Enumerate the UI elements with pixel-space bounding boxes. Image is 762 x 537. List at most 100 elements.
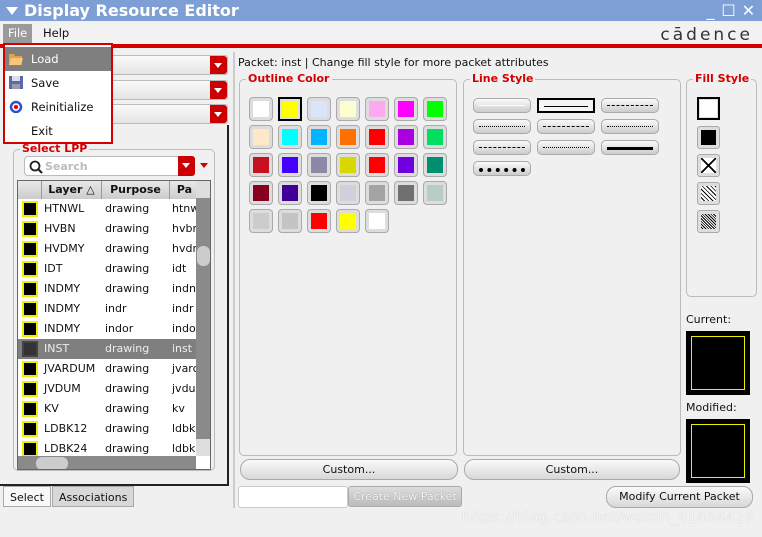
hscroll-thumb[interactable] (36, 457, 68, 469)
menu-item-reinitialize[interactable]: Reinitialize (5, 95, 111, 119)
color-swatch[interactable] (278, 97, 302, 121)
color-swatch[interactable] (307, 153, 331, 177)
line-style-dotted[interactable] (473, 119, 531, 134)
table-row[interactable]: HTNWL drawing htnw (18, 199, 199, 219)
line-style-dotted-fine[interactable] (601, 119, 659, 134)
search-dropdown-icon[interactable] (178, 156, 195, 176)
line-style-solid-thin[interactable] (473, 98, 531, 113)
fill-hatch-sparse-button[interactable] (697, 182, 720, 205)
color-swatch[interactable] (307, 125, 331, 149)
fill-solid-button[interactable] (697, 126, 720, 149)
create-new-packet-button[interactable]: Create New Packet (348, 486, 462, 507)
color-swatch[interactable] (249, 181, 273, 205)
chevron-down-icon[interactable] (210, 81, 227, 99)
purpose-cell: drawing (105, 222, 150, 235)
purpose-cell: drawing (105, 382, 150, 395)
color-swatch[interactable] (365, 181, 389, 205)
color-swatch[interactable] (278, 125, 302, 149)
close-button[interactable]: ✕ (740, 2, 757, 19)
color-swatch[interactable] (394, 181, 418, 205)
color-swatch[interactable] (249, 97, 273, 121)
color-swatch[interactable] (423, 153, 447, 177)
horizontal-scrollbar[interactable] (18, 456, 196, 469)
minimize-button[interactable]: _ (702, 2, 719, 19)
color-swatch[interactable] (365, 209, 389, 233)
modify-current-packet-button[interactable]: Modify Current Packet (606, 486, 753, 508)
packet-name-input[interactable] (238, 486, 348, 508)
current-label: Current: (686, 313, 732, 326)
table-row[interactable]: LDBK12 drawing ldbk (18, 419, 196, 439)
table-row[interactable]: INST drawing inst (18, 339, 196, 359)
color-swatch[interactable] (336, 97, 360, 121)
color-swatch[interactable] (423, 181, 447, 205)
color-swatch[interactable] (365, 125, 389, 149)
table-row[interactable]: INDMY indr indr (18, 299, 196, 319)
packet-cell: ldbk (172, 422, 196, 435)
color-swatch[interactable] (249, 125, 273, 149)
scroll-down-button[interactable] (196, 439, 210, 456)
color-swatch[interactable] (336, 125, 360, 149)
outline-custom-button[interactable]: Custom... (240, 459, 458, 480)
table-row[interactable]: JVDUM drawing jvdu (18, 379, 196, 399)
layer-cell: HVBN (44, 222, 76, 235)
color-swatch[interactable] (423, 97, 447, 121)
maximize-button[interactable]: ☐ (720, 2, 737, 19)
color-swatch[interactable] (336, 181, 360, 205)
color-swatch[interactable] (365, 97, 389, 121)
layer-cell: INDMY (44, 322, 81, 335)
line-style-dotted-sparse[interactable] (537, 140, 595, 155)
menu-item-save[interactable]: Save (5, 71, 111, 95)
menu-item-load[interactable]: Load (5, 47, 111, 71)
tab-associations[interactable]: Associations (52, 486, 135, 507)
table-row[interactable]: HVDMY drawing hvdr (18, 239, 197, 259)
line-style-dash-dot-dot[interactable] (473, 140, 531, 155)
filter-arrow-icon[interactable] (200, 163, 208, 168)
color-swatch[interactable] (423, 125, 447, 149)
column-header-swatch[interactable] (18, 181, 42, 199)
table-row[interactable]: JVARDUM drawing jvarc (18, 359, 199, 379)
window-menu-arrow-icon[interactable] (6, 7, 18, 15)
color-swatch[interactable] (249, 209, 273, 233)
table-row[interactable]: HVBN drawing hvbn (18, 219, 199, 239)
color-swatch[interactable] (278, 153, 302, 177)
table-row[interactable]: IDT drawing idt (18, 259, 196, 279)
color-swatch[interactable] (307, 97, 331, 121)
color-swatch[interactable] (336, 153, 360, 177)
layer-swatch (22, 281, 38, 297)
color-swatch[interactable] (394, 125, 418, 149)
color-swatch[interactable] (394, 97, 418, 121)
table-row[interactable]: INDMY drawing indn (18, 279, 196, 299)
color-swatch[interactable] (307, 209, 331, 233)
color-swatch[interactable] (307, 181, 331, 205)
table-row[interactable]: KV drawing kv (18, 399, 196, 419)
color-swatch[interactable] (278, 209, 302, 233)
line-custom-button[interactable]: Custom... (464, 459, 680, 480)
color-swatch[interactable] (249, 153, 273, 177)
vertical-scrollbar[interactable] (196, 181, 210, 456)
line-style-dashed[interactable] (601, 98, 659, 113)
scroll-thumb[interactable] (197, 246, 210, 266)
fill-outline-button[interactable] (697, 97, 720, 120)
chevron-down-icon[interactable] (210, 56, 227, 74)
menu-help[interactable]: Help (38, 24, 74, 43)
column-header-layer[interactable]: Layer △ (42, 181, 102, 199)
fill-x-button[interactable] (697, 154, 720, 177)
color-swatch[interactable] (365, 153, 389, 177)
color-swatch[interactable] (336, 209, 360, 233)
tab-select[interactable]: Select (3, 486, 51, 507)
menu-item-exit[interactable]: Exit (5, 119, 111, 143)
menu-file[interactable]: File (3, 24, 33, 43)
fill-hatch-dense-button[interactable] (697, 210, 720, 233)
color-swatch[interactable] (394, 153, 418, 177)
table-row[interactable]: INDMY indor indo (18, 319, 196, 339)
line-style-solid-box[interactable] (537, 98, 595, 113)
chevron-down-icon[interactable] (210, 105, 227, 123)
color-swatch[interactable] (278, 181, 302, 205)
scroll-up-button[interactable] (196, 181, 210, 198)
line-style-thick-dashed[interactable] (473, 161, 531, 176)
layer-swatch (22, 201, 38, 217)
line-style-thick[interactable] (601, 140, 659, 155)
line-style-dash-dot[interactable] (537, 119, 595, 134)
column-header-purpose[interactable]: Purpose (102, 181, 170, 199)
search-input[interactable]: Search (24, 156, 195, 176)
